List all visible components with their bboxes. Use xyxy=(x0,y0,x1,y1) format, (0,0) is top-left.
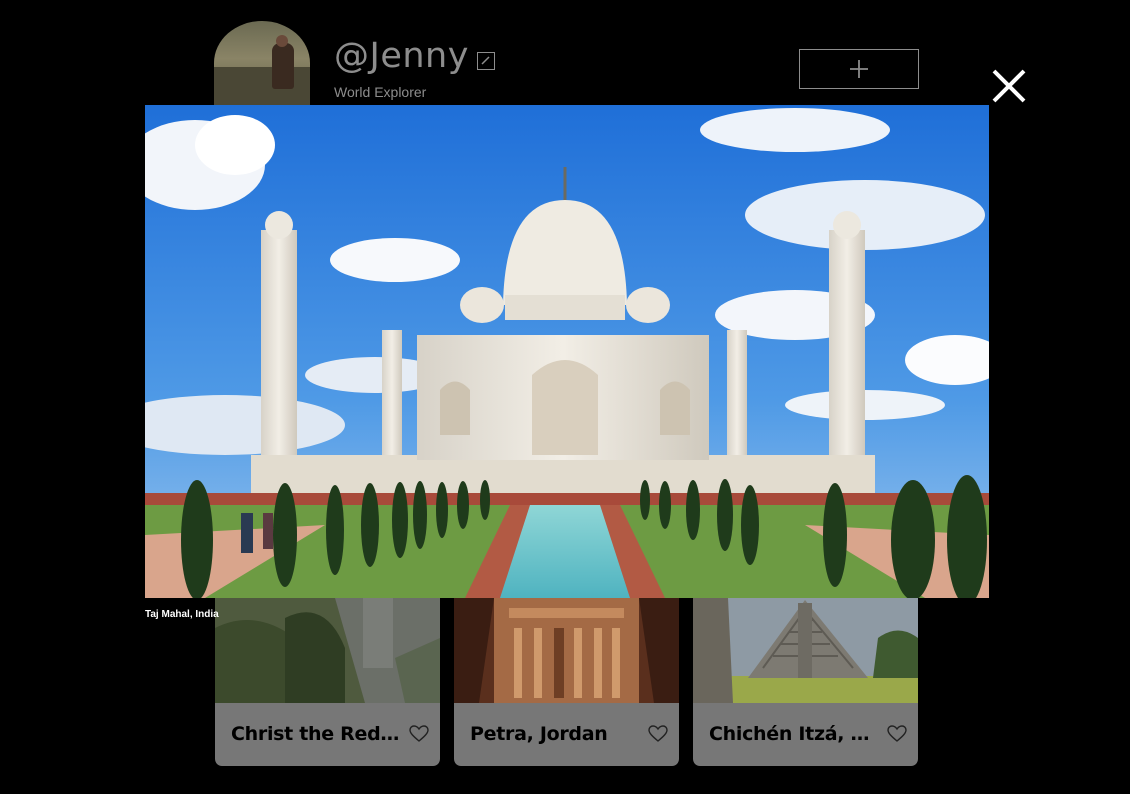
heart-icon[interactable] xyxy=(409,725,429,743)
edit-icon[interactable] xyxy=(477,52,495,70)
add-button[interactable] xyxy=(799,49,919,89)
place-card[interactable]: Chichén Itzá, Mexico xyxy=(693,598,918,766)
card-title: Chichén Itzá, Mexico xyxy=(709,723,884,745)
card-image xyxy=(215,598,440,703)
card-title: Petra, Jordan xyxy=(470,723,608,745)
avatar-person xyxy=(272,35,294,89)
avatar[interactable] xyxy=(214,21,310,105)
card-image xyxy=(693,598,918,703)
profile-subtitle: World Explorer xyxy=(334,84,427,100)
card-title: Christ the Redeemer xyxy=(231,723,406,745)
close-icon xyxy=(992,69,1026,103)
card-image xyxy=(454,598,679,703)
place-card[interactable]: Petra, Jordan xyxy=(454,598,679,766)
plus-icon xyxy=(850,60,868,78)
photo-caption: Taj Mahal, India xyxy=(145,609,219,620)
close-button[interactable] xyxy=(990,67,1028,105)
heart-icon[interactable] xyxy=(648,725,668,743)
avatar-landscape xyxy=(214,67,310,105)
place-card[interactable]: Christ the Redeemer xyxy=(215,598,440,766)
heart-icon[interactable] xyxy=(887,725,907,743)
modal-photo xyxy=(145,105,989,598)
profile-username: @Jenny xyxy=(334,36,469,76)
